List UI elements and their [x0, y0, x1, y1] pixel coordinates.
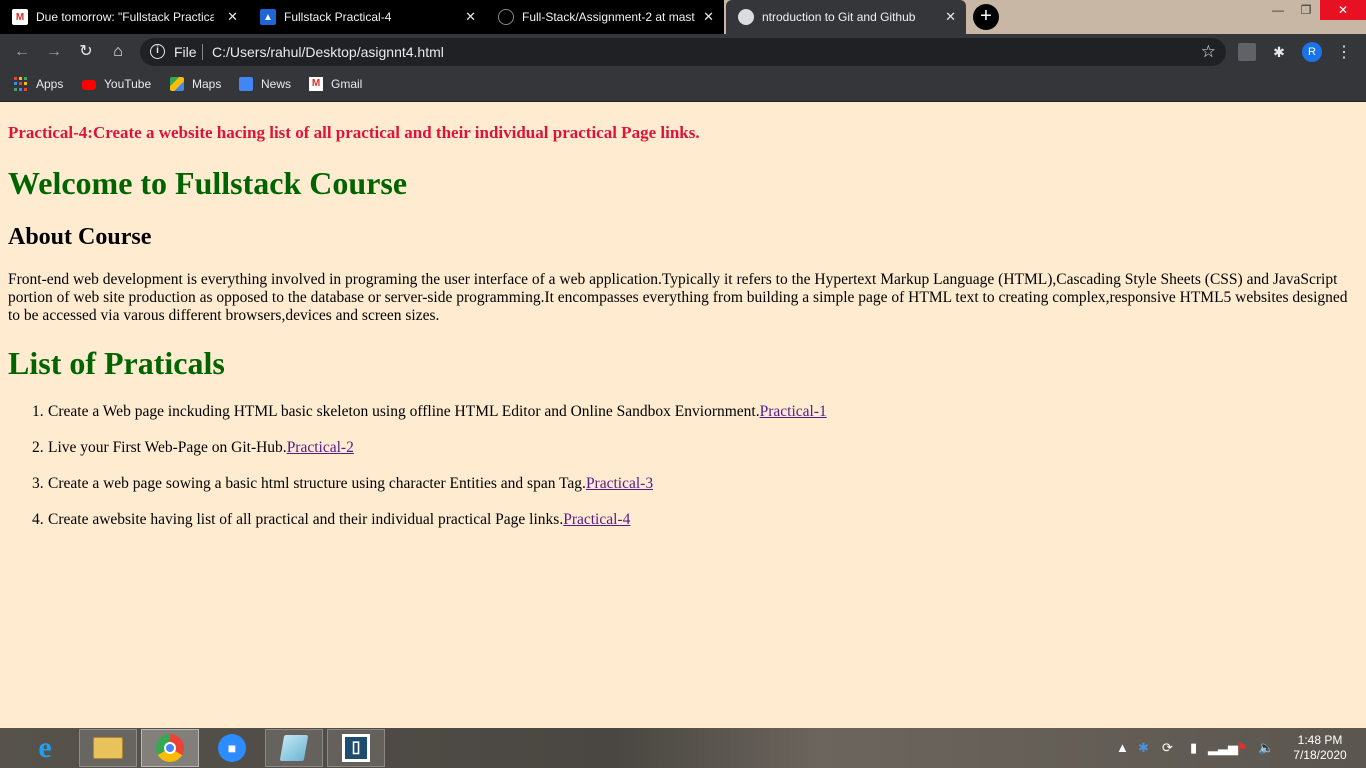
restore-button[interactable]: ❐ — [1290, 0, 1322, 20]
apps-grid-icon — [14, 77, 28, 91]
info-icon[interactable]: i — [150, 44, 165, 59]
profile-avatar[interactable]: R — [1302, 42, 1322, 62]
tab-github[interactable]: Full-Stack/Assignment-2 at mast ✕ — [486, 0, 724, 34]
list-item-text: Create a web page sowing a basic html st… — [48, 475, 586, 492]
sync-icon[interactable]: ⟳ — [1162, 740, 1173, 756]
practical-list: 1. Create a Web page inckuding HTML basic… — [8, 403, 1008, 547]
file-explorer-icon[interactable] — [79, 729, 137, 767]
tab-title: Fullstack Practical-4 — [284, 10, 392, 24]
menu-icon[interactable]: ⋮ — [1336, 42, 1352, 62]
bookmark-label: Gmail — [331, 77, 363, 91]
practical-link[interactable]: Practical-2 — [287, 439, 354, 456]
bookmark-label: Maps — [192, 77, 222, 91]
tab-git-intro[interactable]: ntroduction to Git and Github ✕ — [726, 0, 966, 34]
about-heading: About Course — [8, 224, 152, 250]
close-window-button[interactable]: ✕ — [1320, 0, 1366, 20]
taskbar: e ■ ▯ ▲ ✱ ⟳ ▮ ▂▃▅ ⚑ 🔈 1:48 PM 7/18/2020 — [0, 728, 1366, 768]
address-scheme: File — [174, 44, 197, 60]
list-number: 4. — [32, 511, 44, 528]
gmail-icon: M — [309, 77, 323, 91]
bookmark-label: News — [261, 77, 292, 91]
bookmark-youtube[interactable]: YouTube — [82, 77, 151, 91]
list-number: 2. — [32, 439, 44, 456]
bookmark-apps[interactable]: Apps — [14, 77, 63, 91]
youtube-icon — [82, 79, 96, 90]
browser-toolbar: ← → ↻ ⌂ i File C:/Users/rahul/Desktop/as… — [0, 34, 1366, 70]
bookmark-label: Apps — [36, 77, 64, 91]
list-item-text: Live your First Web-Page on Git-Hub. — [48, 439, 287, 456]
tab-close-icon[interactable]: ✕ — [945, 9, 956, 25]
bookmark-gmail[interactable]: M Gmail — [309, 77, 362, 91]
zoom-icon[interactable]: ■ — [203, 729, 261, 767]
list-heading: List of Praticals — [8, 345, 225, 381]
web-page: Practical-4:Create a website hacing list… — [0, 103, 1366, 728]
new-tab-button[interactable]: + — [973, 4, 999, 30]
tab-gmail[interactable]: M Due tomorrow: "Fullstack Practica ✕ — [0, 0, 248, 34]
network-signal-icon[interactable]: ▂▃▅ — [1208, 740, 1238, 756]
system-clock[interactable]: 1:48 PM 7/18/2020 — [1280, 733, 1360, 763]
notepad-icon[interactable] — [265, 729, 323, 767]
back-button[interactable]: ← — [12, 42, 32, 62]
tab-close-icon[interactable]: ✕ — [227, 9, 238, 25]
tab-title: ntroduction to Git and Github — [762, 10, 916, 24]
practical-link[interactable]: Practical-1 — [760, 403, 827, 420]
list-item: 2. Live your First Web-Page on Git-Hub.Pr… — [8, 439, 1008, 475]
home-button[interactable]: ⌂ — [108, 42, 128, 62]
chrome-icon[interactable] — [141, 729, 199, 767]
globe-icon — [738, 9, 754, 25]
list-number: 1. — [32, 403, 44, 420]
extensions-puzzle-icon[interactable]: ✱ — [1270, 43, 1288, 61]
forward-button[interactable]: → — [44, 42, 64, 62]
bookmark-star-icon[interactable]: ☆ — [1201, 42, 1216, 62]
tab-strip: M Due tomorrow: "Fullstack Practica ✕ ▲ … — [0, 0, 1366, 34]
address-bar[interactable]: i File C:/Users/rahul/Desktop/asignnt4.h… — [140, 38, 1226, 66]
maps-icon — [170, 77, 184, 91]
clock-date: 7/18/2020 — [1293, 748, 1347, 762]
reload-button[interactable]: ↻ — [76, 42, 96, 62]
tab-close-icon[interactable]: ✕ — [465, 9, 476, 25]
list-item-text: Create a Web page inckuding HTML basic s… — [48, 403, 760, 420]
tab-classroom[interactable]: ▲ Fullstack Practical-4 ✕ — [248, 0, 486, 34]
list-number: 3. — [32, 475, 44, 492]
gmail-icon: M — [12, 9, 28, 25]
welcome-heading: Welcome to Fullstack Course — [8, 165, 408, 201]
about-paragraph: Front-end web development is everything … — [8, 271, 1348, 324]
practical-link[interactable]: Practical-3 — [586, 475, 653, 492]
bookmark-label: YouTube — [104, 77, 152, 91]
list-item: 1. Create a Web page inckuding HTML basic… — [8, 403, 1008, 439]
practical-intro: Practical-4:Create a website hacing list… — [8, 123, 700, 142]
battery-icon[interactable]: ▮ — [1190, 740, 1197, 756]
app-icon[interactable]: ▯ — [327, 729, 385, 767]
notification-flag-icon[interactable]: ⚑ — [1236, 740, 1248, 756]
tab-title: Full-Stack/Assignment-2 at mast — [522, 10, 695, 24]
tab-title: Due tomorrow: "Fullstack Practica — [36, 10, 214, 24]
internet-explorer-icon[interactable]: e — [16, 729, 74, 767]
extension-icon[interactable] — [1238, 43, 1256, 61]
list-item: 3. Create a web page sowing a basic html … — [8, 475, 1008, 511]
address-divider — [202, 44, 203, 60]
bookmark-maps[interactable]: Maps — [170, 77, 221, 91]
tab-close-icon[interactable]: ✕ — [703, 9, 714, 25]
bookmark-news[interactable]: News — [239, 77, 291, 91]
list-item: 4. Create awebsite having list of all pra… — [8, 511, 1008, 547]
github-icon — [498, 9, 514, 25]
clock-time: 1:48 PM — [1297, 733, 1343, 747]
bookmarks-bar: Apps YouTube Maps News M Gmail — [0, 70, 1366, 102]
show-hidden-icons-icon[interactable]: ▲ — [1116, 740, 1129, 755]
volume-icon[interactable]: 🔈 — [1258, 740, 1274, 756]
practical-link[interactable]: Practical-4 — [563, 511, 630, 528]
list-item-text: Create awebsite having list of all pract… — [48, 511, 564, 528]
news-icon — [239, 77, 253, 91]
address-url[interactable]: C:/Users/rahul/Desktop/asignnt4.html — [212, 44, 444, 60]
bluetooth-icon[interactable]: ✱ — [1138, 740, 1149, 756]
classroom-icon: ▲ — [260, 9, 276, 25]
